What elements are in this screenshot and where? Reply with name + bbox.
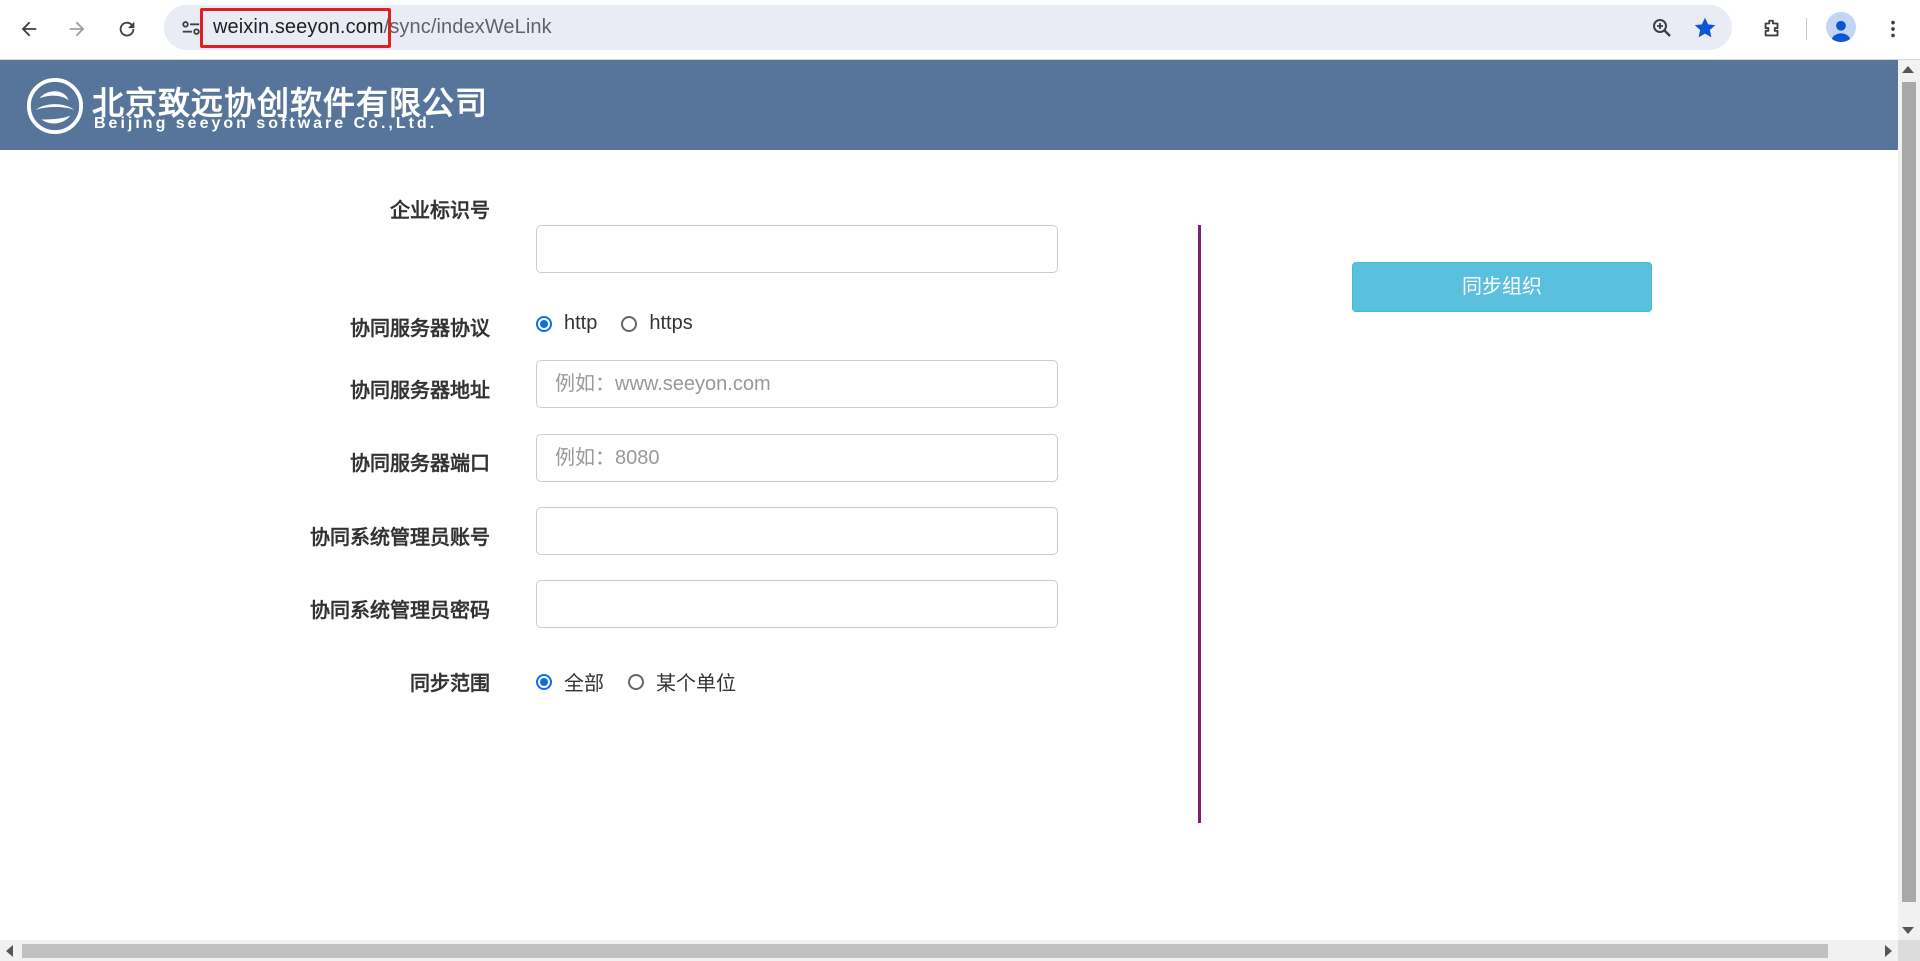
scroll-down-icon[interactable] — [1902, 927, 1914, 934]
vertical-scroll-thumb[interactable] — [1902, 82, 1916, 902]
corp-id-input[interactable] — [536, 225, 1058, 273]
scope-option-label: 全部 — [564, 673, 604, 695]
admin-password-label: 协同系统管理员密码 — [310, 600, 490, 622]
server-port-label: 协同服务器端口 — [350, 453, 490, 475]
admin-password-input[interactable] — [536, 580, 1058, 628]
radio-unit[interactable] — [628, 673, 644, 690]
server-addr-label: 协同服务器地址 — [350, 380, 490, 402]
protocol-label: 协同服务器协议 — [350, 318, 490, 340]
scope-option-all[interactable]: 全部 — [536, 667, 604, 696]
seeyon-logo-icon — [26, 77, 84, 135]
radio-http[interactable] — [536, 315, 552, 332]
site-info-icon[interactable] — [180, 17, 202, 39]
scope-option-label: 某个单位 — [656, 673, 736, 695]
scrollbar-corner — [1898, 940, 1920, 961]
protocol-option-http[interactable]: http — [536, 312, 597, 335]
extensions-icon[interactable] — [1755, 12, 1789, 46]
vertical-divider — [1198, 225, 1201, 823]
server-addr-input[interactable] — [536, 360, 1058, 408]
sync-scope-radio-group: 全部 某个单位 — [536, 667, 760, 696]
header-banner: 北京致远协创软件有限公司 Beijing seeyon software Co.… — [0, 60, 1898, 150]
protocol-radio-group: http https — [536, 312, 717, 335]
url-domain: weixin.seeyon.com — [213, 16, 384, 38]
horizontal-scroll-thumb[interactable] — [22, 944, 1828, 958]
address-bar[interactable]: weixin.seeyon.com/sync/indexWeLink — [164, 5, 1732, 50]
scroll-right-icon[interactable] — [1885, 945, 1892, 957]
sync-org-button[interactable]: 同步组织 — [1352, 262, 1652, 312]
corp-id-label: 企业标识号 — [390, 200, 490, 222]
menu-icon[interactable] — [1876, 12, 1910, 46]
scroll-up-icon[interactable] — [1902, 66, 1914, 73]
forward-icon[interactable] — [60, 12, 94, 46]
horizontal-scrollbar[interactable] — [0, 940, 1898, 961]
browser-toolbar: weixin.seeyon.com/sync/indexWeLink — [0, 0, 1920, 60]
radio-all[interactable] — [536, 673, 552, 690]
url-path: /sync/indexWeLink — [383, 16, 552, 38]
url-text[interactable]: weixin.seeyon.com/sync/indexWeLink — [213, 16, 552, 39]
reload-icon[interactable] — [110, 12, 144, 46]
server-port-input[interactable] — [536, 434, 1058, 482]
protocol-option-https[interactable]: https — [621, 312, 693, 335]
toolbar-separator — [1806, 18, 1807, 40]
admin-account-label: 协同系统管理员账号 — [310, 527, 490, 549]
sync-scope-label: 同步范围 — [410, 673, 490, 695]
profile-icon[interactable] — [1826, 12, 1856, 42]
protocol-option-label: https — [649, 312, 693, 334]
bookmark-star-icon[interactable] — [1692, 15, 1718, 41]
zoom-icon[interactable] — [1650, 16, 1674, 40]
admin-account-input[interactable] — [536, 507, 1058, 555]
protocol-option-label: http — [564, 312, 598, 334]
scope-option-unit[interactable]: 某个单位 — [628, 667, 736, 696]
back-icon[interactable] — [12, 12, 46, 46]
vertical-scrollbar[interactable] — [1898, 60, 1920, 940]
company-name-en: Beijing seeyon software Co.,Ltd. — [94, 115, 438, 132]
scroll-left-icon[interactable] — [6, 945, 13, 957]
radio-https[interactable] — [621, 315, 638, 332]
page-viewport: 北京致远协创软件有限公司 Beijing seeyon software Co.… — [0, 60, 1898, 940]
